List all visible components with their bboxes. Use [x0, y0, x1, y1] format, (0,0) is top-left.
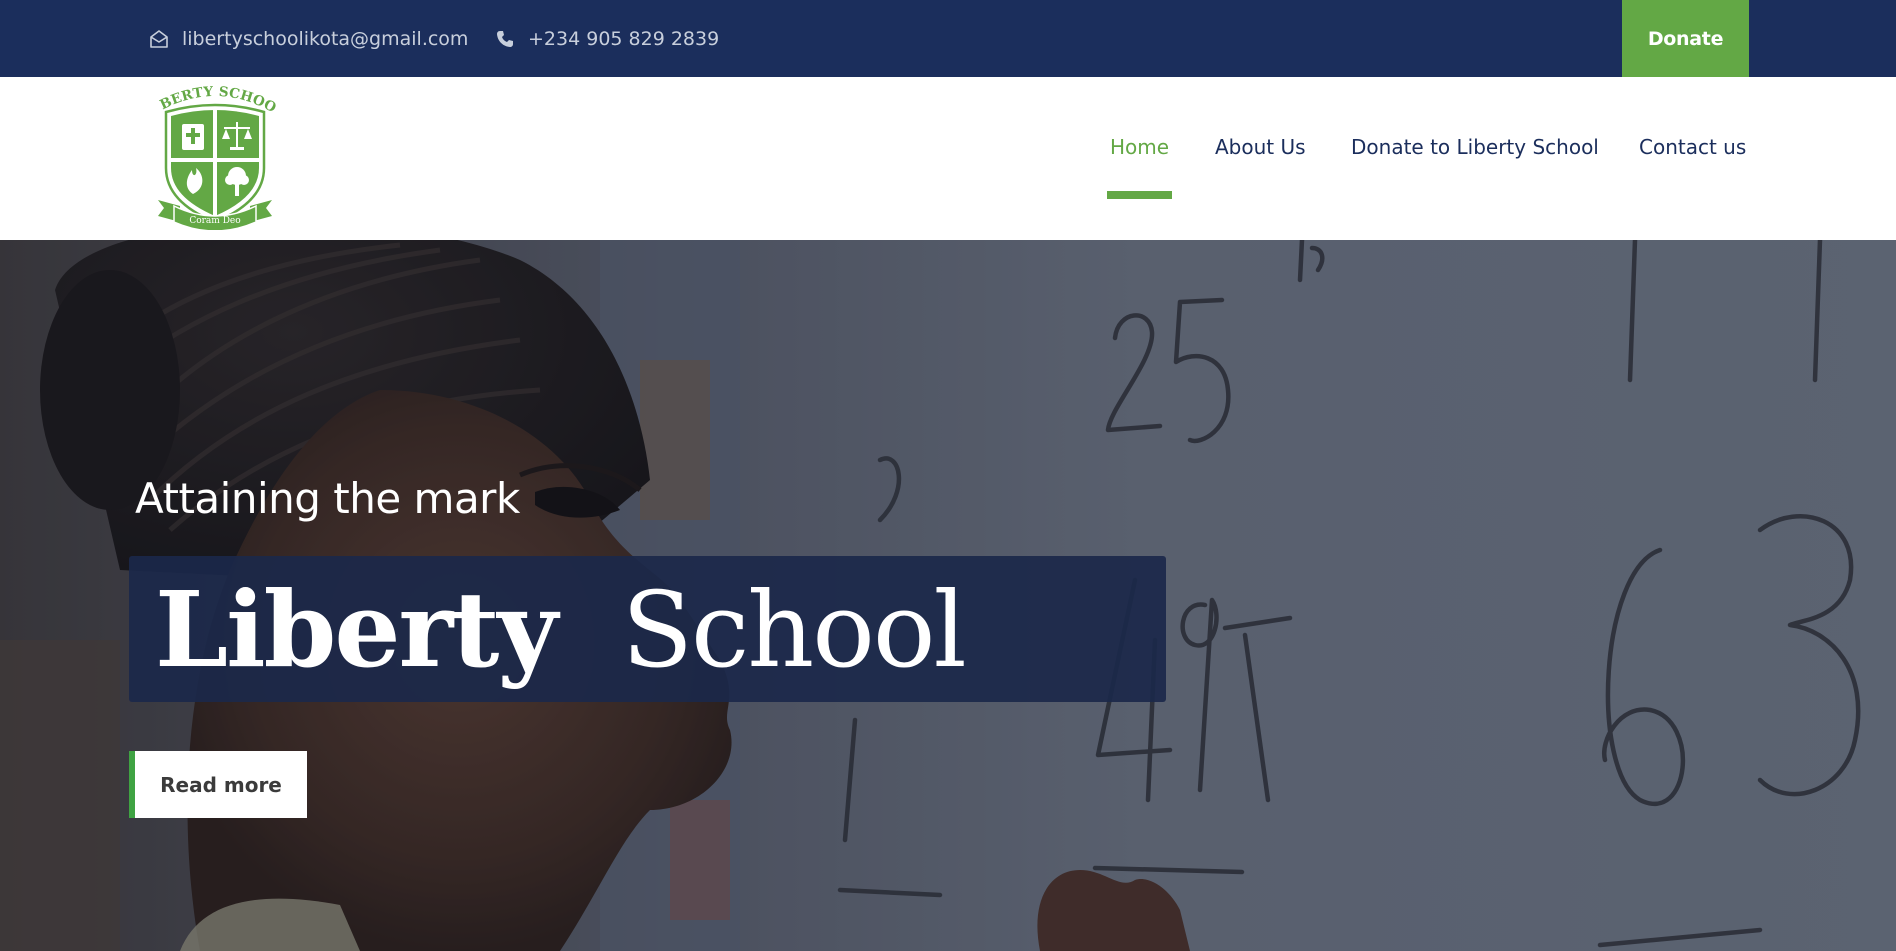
hero-title-word-2: School: [621, 569, 967, 691]
hero-subtitle: Attaining the mark: [135, 474, 520, 523]
hero-banner: Attaining the mark Liberty School Read mo…: [0, 240, 1896, 951]
hero-title-word-1: Liberty: [155, 568, 558, 691]
envelope-open-icon: [148, 28, 170, 50]
nav-active-indicator: [1107, 191, 1172, 199]
contact-phone-text: +234 905 829 2839: [528, 27, 720, 50]
nav-item-donate-to-liberty-school[interactable]: Donate to Liberty School: [1351, 125, 1599, 169]
hero-title: Liberty School: [155, 560, 967, 700]
read-more-button[interactable]: Read more: [129, 751, 307, 818]
nav-item-contact-us[interactable]: Contact us: [1639, 125, 1746, 169]
phone-icon: [494, 28, 516, 50]
donate-button[interactable]: Donate: [1622, 0, 1749, 77]
nav-item-about-us[interactable]: About Us: [1215, 125, 1306, 169]
top-bar: libertyschoolikota@gmail.com +234 905 82…: [0, 0, 1896, 77]
contact-email[interactable]: libertyschoolikota@gmail.com: [148, 0, 468, 77]
nav-item-home[interactable]: Home: [1110, 125, 1169, 169]
contact-email-text: libertyschoolikota@gmail.com: [182, 27, 469, 50]
main-nav: Home About Us Donate to Liberty School C…: [0, 77, 1896, 240]
contact-phone[interactable]: +234 905 829 2839: [494, 0, 719, 77]
